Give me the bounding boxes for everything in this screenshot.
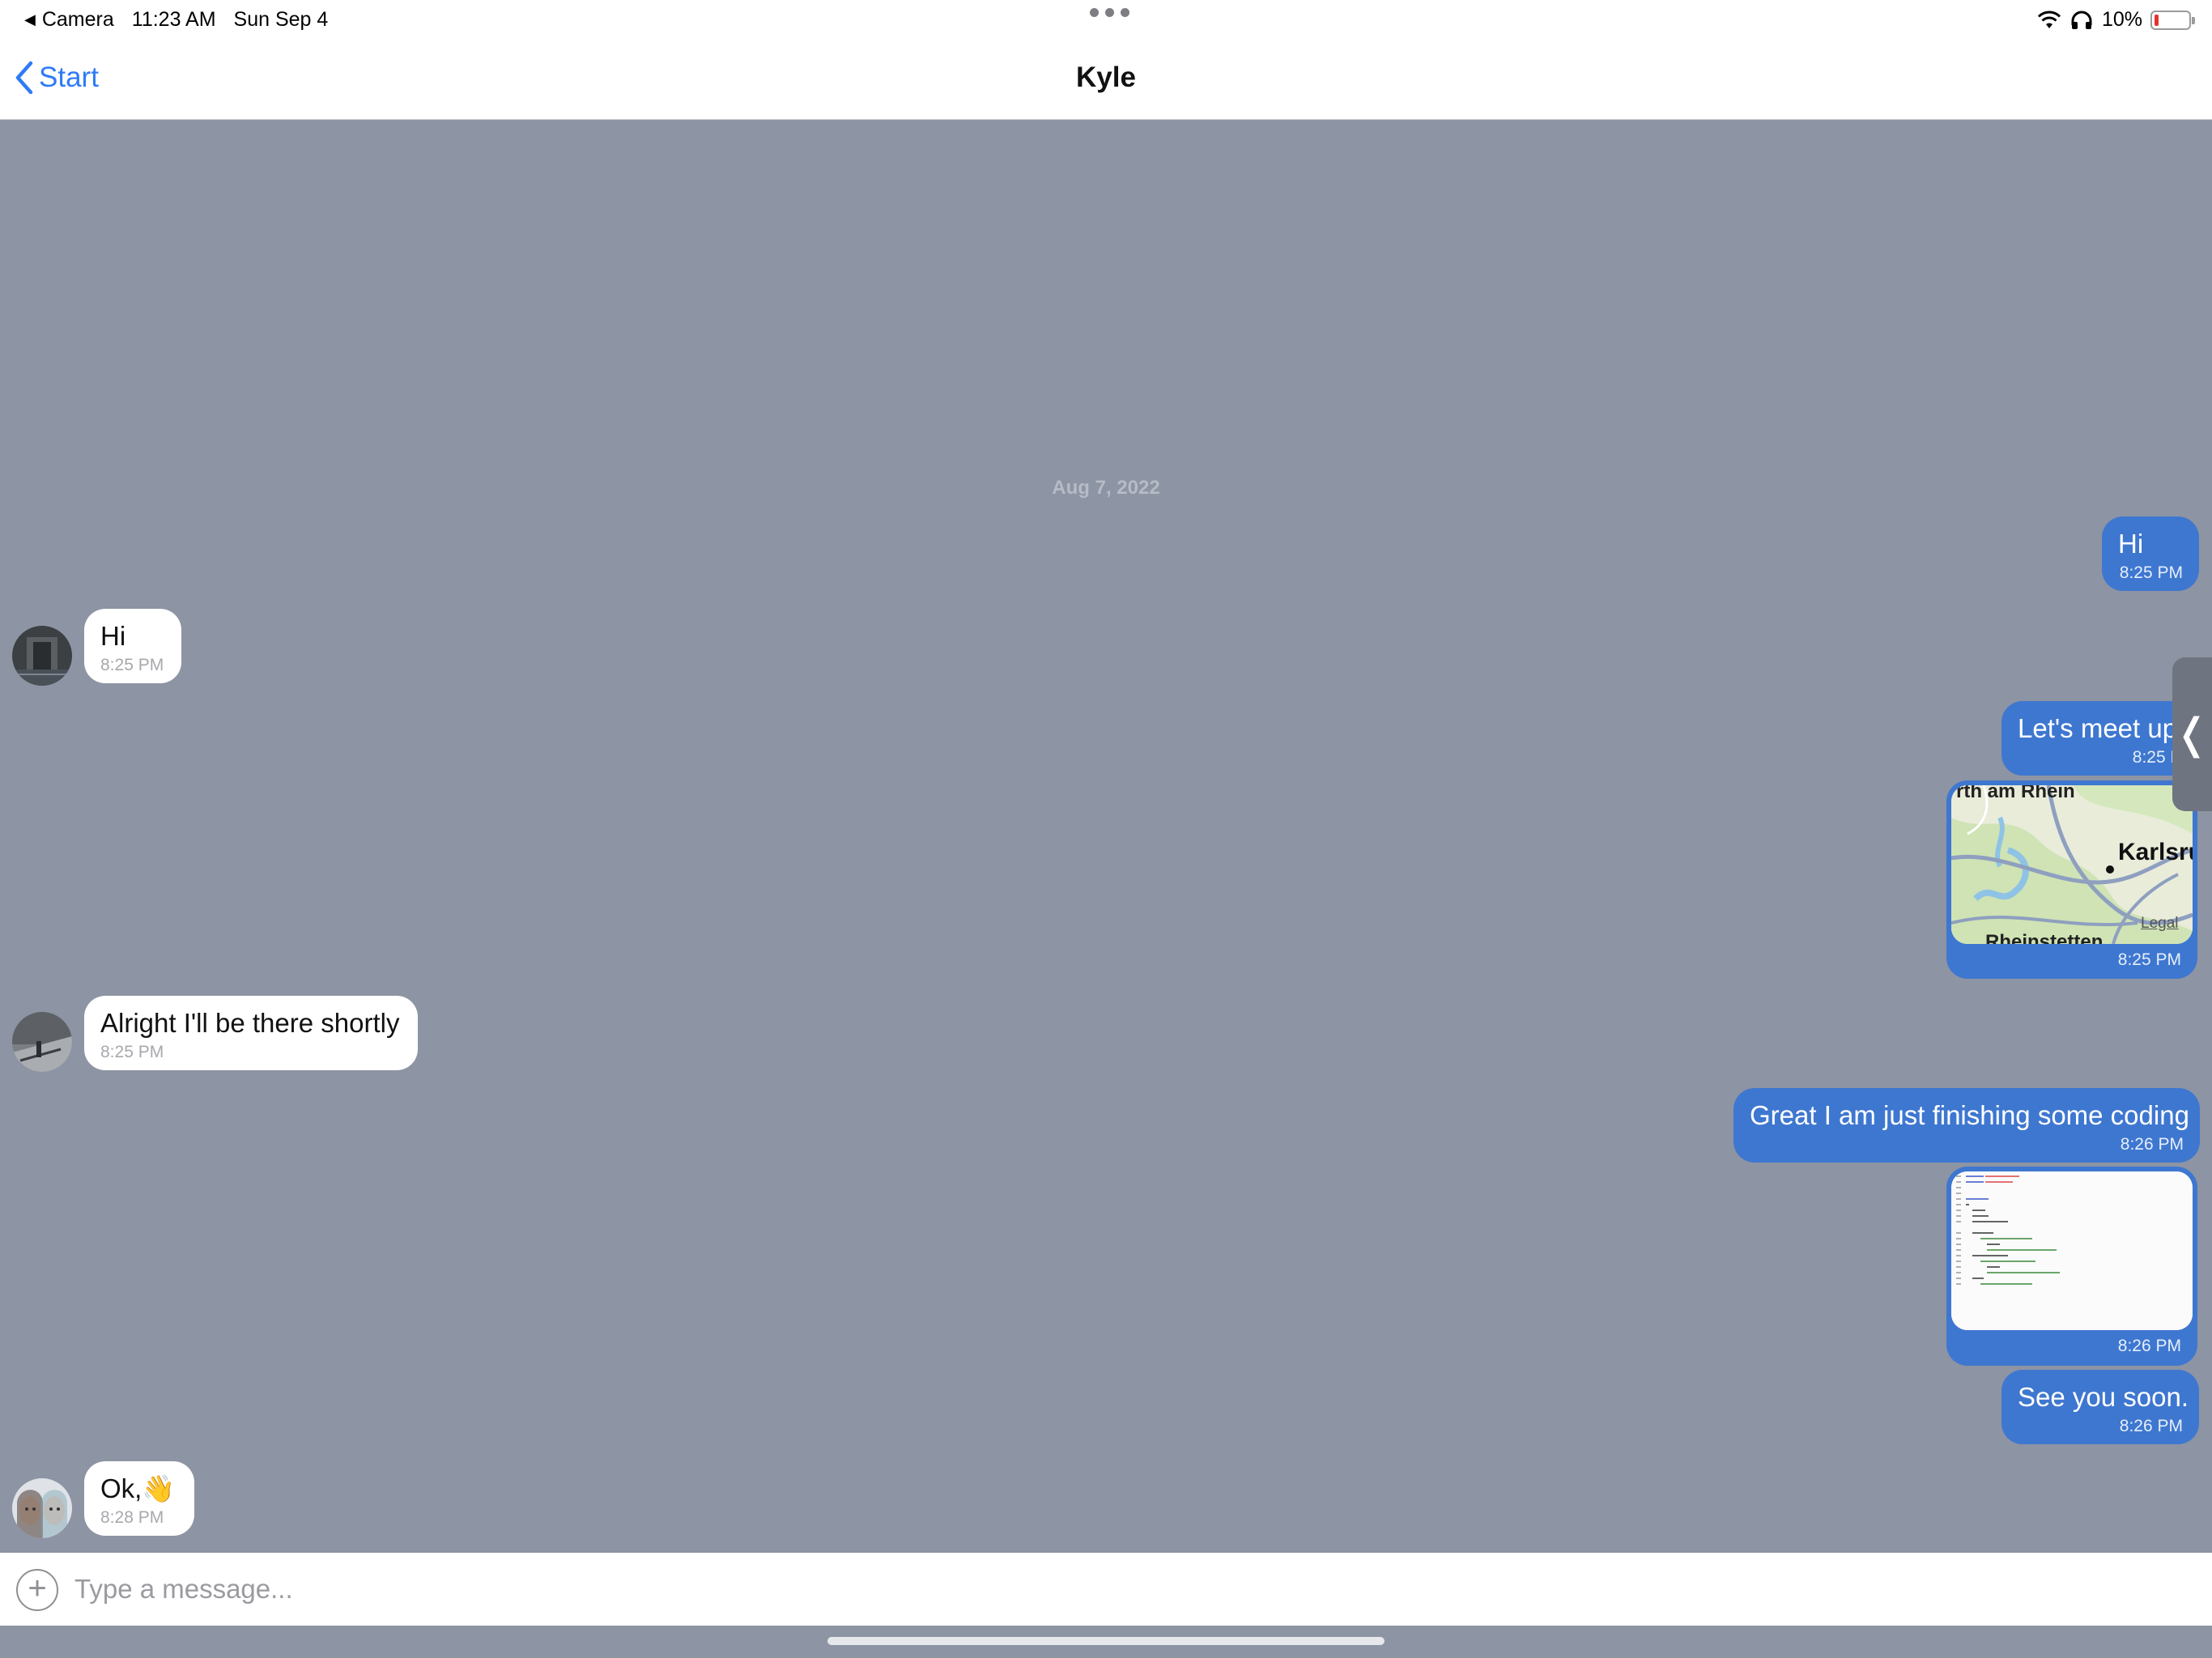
message-text: Great I am just finishing some coding (1750, 1100, 2189, 1130)
message-time: 8:25 PM (2117, 950, 2181, 969)
home-indicator-area (0, 1626, 2212, 1658)
location-map-message[interactable]: rth am Rhein Karlsru Rheinstetten Legal … (1946, 780, 2197, 979)
message-time: 8:26 PM (2119, 1417, 2183, 1435)
map-label: Karlsru (2118, 839, 2193, 865)
message-time: 8:25 PM (100, 1043, 164, 1061)
message-text: Alright I'll be there shortly (100, 1008, 400, 1038)
back-to-app-icon[interactable]: ◀ (24, 11, 36, 28)
outgoing-message[interactable]: See you soon. 8:26 PM (2001, 1370, 2199, 1444)
map-label: Rheinstetten (1985, 931, 2104, 944)
code-screenshot-thumbnail[interactable] (1951, 1171, 2193, 1330)
incoming-message[interactable]: Ok,👋 8:28 PM (84, 1461, 194, 1536)
avatar[interactable] (12, 1478, 72, 1538)
avatar[interactable] (12, 626, 72, 686)
multitasking-dots-icon[interactable] (1090, 8, 1129, 17)
message-text: Hi (100, 621, 126, 651)
chevron-left-icon: ❬ (2174, 711, 2210, 758)
wifi-icon (2037, 11, 2061, 28)
outgoing-message[interactable]: Hi 8:25 PM (2102, 517, 2199, 591)
message-time: 8:26 PM (2117, 1337, 2181, 1355)
message-input[interactable] (74, 1567, 2180, 1611)
message-text: See you soon. (2018, 1382, 2189, 1412)
image-message[interactable]: 8:26 PM (1946, 1167, 2197, 1366)
battery-percent: 10% (2101, 8, 2142, 31)
incoming-message[interactable]: Hi 8:25 PM (84, 609, 181, 683)
battery-icon (2150, 10, 2195, 30)
map-legal-link[interactable]: Legal (2141, 915, 2179, 933)
avatar[interactable] (12, 1012, 72, 1072)
side-panel-toggle[interactable]: ❬ (2172, 657, 2212, 811)
navigation-bar: Start Kyle (0, 39, 2212, 120)
outgoing-message[interactable]: Great I am just finishing some coding 8:… (1733, 1088, 2200, 1163)
status-bar: ◀ Camera 11:23 AM Sun Sep 4 10% (0, 0, 2212, 39)
message-time: 8:28 PM (100, 1508, 164, 1527)
message-time: 8:25 PM (100, 656, 164, 674)
home-indicator[interactable] (827, 1637, 1385, 1645)
back-to-app-label[interactable]: Camera (42, 8, 114, 32)
message-text: Hi (2118, 529, 2144, 559)
message-time: 8:25 PM (2132, 748, 2196, 767)
headphones-icon (2071, 11, 2092, 29)
message-text: Ok,👋 (100, 1473, 176, 1503)
date-separator: Aug 7, 2022 (1052, 477, 1160, 499)
message-time: 8:26 PM (2120, 1135, 2184, 1154)
map-thumbnail[interactable]: rth am Rhein Karlsru Rheinstetten Legal (1951, 785, 2193, 944)
message-list[interactable]: Aug 7, 2022 Hi 8:25 PM Hi 8:25 PM Let's … (0, 121, 2212, 1553)
map-label: rth am Rhein (1956, 785, 2075, 802)
chat-title: Kyle (1076, 62, 1136, 93)
message-composer: + (0, 1553, 2212, 1626)
add-attachment-button[interactable]: + (16, 1569, 58, 1611)
message-time: 8:25 PM (2119, 563, 2183, 582)
incoming-message[interactable]: Alright I'll be there shortly 8:25 PM (84, 996, 418, 1070)
status-time: 11:23 AM (131, 8, 216, 31)
status-date: Sun Sep 4 (233, 8, 329, 31)
message-text: Let's meet up (2018, 713, 2178, 743)
